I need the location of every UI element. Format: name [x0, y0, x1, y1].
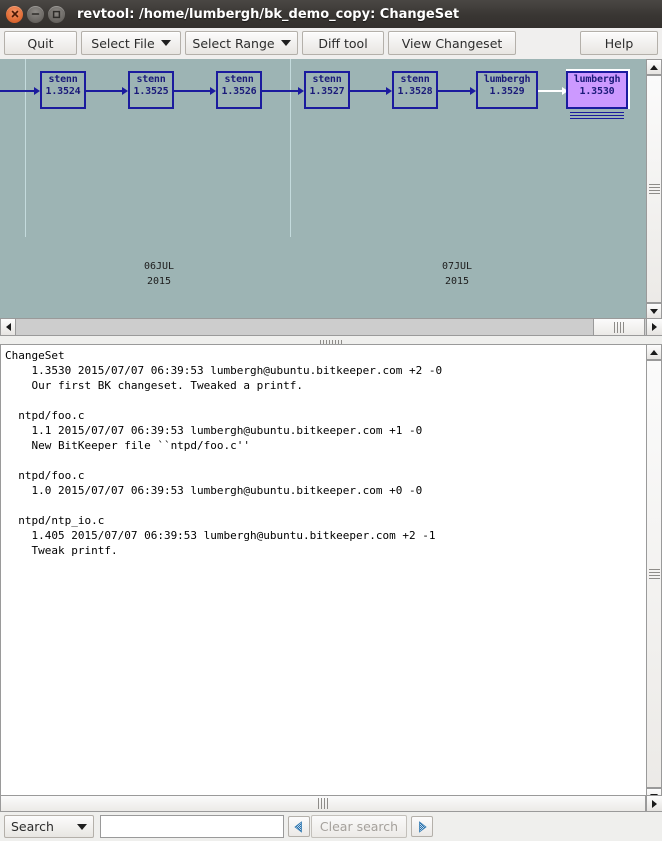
graph-scroll-up-button[interactable]: [646, 59, 662, 75]
revision-node[interactable]: stenn 1.3525: [128, 71, 174, 109]
clear-search-button[interactable]: Clear search: [311, 815, 407, 838]
day-divider: [25, 59, 26, 237]
graph-edge: [438, 90, 470, 92]
revision-node-user: stenn: [48, 74, 78, 85]
revision-node-selected[interactable]: lumbergh 1.3530: [566, 71, 628, 109]
text-scroll-right-button[interactable]: [646, 795, 662, 812]
title-bar: revtool: /home/lumbergh/bk_demo_copy: Ch…: [0, 0, 662, 28]
arrow-right-icon: [419, 820, 427, 833]
view-changeset-button[interactable]: View Changeset: [388, 31, 516, 55]
search-mode-select[interactable]: Search: [4, 815, 94, 838]
graph-scroll-left-button[interactable]: [0, 318, 16, 336]
search-next-button[interactable]: [411, 816, 433, 837]
select-range-button[interactable]: Select Range: [185, 31, 298, 55]
graph-edge: [350, 90, 386, 92]
revision-node-user: stenn: [400, 74, 430, 85]
text-vscrollbar-track[interactable]: [646, 344, 662, 804]
diff-tool-button[interactable]: Diff tool: [302, 31, 384, 55]
select-file-label: Select File: [91, 35, 155, 51]
scroll-right-icon: [652, 799, 657, 808]
revision-node-user: lumbergh: [573, 74, 621, 85]
graph-vscrollbar-thumb[interactable]: [646, 75, 662, 303]
graph-edge: [262, 90, 298, 92]
day-label-year: 2015: [444, 276, 470, 287]
chevron-down-icon: [77, 823, 87, 830]
quit-button-label: Quit: [27, 35, 54, 51]
graph-vscrollbar-track[interactable]: [646, 59, 662, 319]
scroll-up-icon: [650, 349, 658, 355]
help-button[interactable]: Help: [580, 31, 658, 55]
window-title: revtool: /home/lumbergh/bk_demo_copy: Ch…: [77, 6, 460, 22]
select-range-label: Select Range: [192, 35, 275, 51]
select-file-button[interactable]: Select File: [81, 31, 181, 55]
day-label-day: 06JUL: [143, 261, 175, 272]
window-controls: [0, 5, 65, 23]
graph-hscrollbar-thumb[interactable]: [593, 318, 645, 336]
graph-edge: [538, 90, 562, 92]
revision-node-rev: 1.3524: [45, 86, 81, 97]
revision-node-rev: 1.3527: [309, 86, 345, 97]
toolbar: Quit Select File Select Range Diff tool …: [0, 28, 662, 60]
graph-edge: [174, 90, 210, 92]
arrow-left-icon: [294, 820, 302, 833]
search-bar: Search Clear search: [0, 812, 662, 841]
revision-node-user: stenn: [312, 74, 342, 85]
changeset-text: ChangeSet 1.3530 2015/07/07 06:39:53 lum…: [5, 349, 443, 557]
revision-node-rev: 1.3530: [579, 86, 615, 97]
clear-search-label: Clear search: [319, 819, 399, 834]
close-icon[interactable]: [6, 5, 23, 23]
scroll-left-icon: [5, 323, 11, 331]
revision-graph-canvas[interactable]: stenn 1.3524 stenn 1.3525 stenn 1.3526 s…: [0, 59, 646, 318]
revision-node-user: stenn: [136, 74, 166, 85]
selected-node-underline: [570, 112, 624, 119]
text-hscrollbar-track[interactable]: [0, 795, 662, 812]
scroll-up-icon: [650, 64, 658, 70]
search-mode-label: Search: [11, 819, 54, 834]
revision-node-rev: 1.3525: [133, 86, 169, 97]
graph-edge: [86, 90, 122, 92]
revision-node-rev: 1.3529: [489, 86, 525, 97]
text-scroll-up-button[interactable]: [646, 344, 662, 360]
graph-scroll-down-button[interactable]: [646, 303, 662, 319]
revision-node-user: lumbergh: [483, 74, 531, 85]
day-label: 06JUL 2015: [128, 259, 190, 289]
quit-button[interactable]: Quit: [4, 31, 77, 55]
day-label-day: 07JUL: [441, 261, 473, 272]
day-label-year: 2015: [146, 276, 172, 287]
scroll-right-icon: [652, 323, 657, 331]
day-divider: [290, 59, 291, 237]
revision-node[interactable]: lumbergh 1.3529: [476, 71, 538, 109]
help-button-label: Help: [604, 35, 634, 51]
diff-tool-label: Diff tool: [318, 35, 368, 51]
chevron-down-icon: [160, 40, 171, 46]
changeset-text-pane[interactable]: ChangeSet 1.3530 2015/07/07 06:39:53 lum…: [0, 344, 646, 803]
revision-node[interactable]: stenn 1.3526: [216, 71, 262, 109]
pane-sash[interactable]: [0, 336, 662, 346]
graph-edge: [0, 90, 34, 92]
revision-node-user: stenn: [224, 74, 254, 85]
search-prev-button[interactable]: [288, 816, 310, 837]
scroll-down-icon: [650, 308, 658, 314]
text-vscrollbar-thumb[interactable]: [646, 360, 662, 788]
text-hscrollbar-thumb[interactable]: [0, 795, 646, 812]
revision-node-rev: 1.3528: [397, 86, 433, 97]
maximize-icon[interactable]: [48, 5, 65, 23]
revision-node-rev: 1.3526: [221, 86, 257, 97]
search-input[interactable]: [100, 815, 284, 838]
view-changeset-label: View Changeset: [401, 35, 503, 51]
revision-node[interactable]: stenn 1.3527: [304, 71, 350, 109]
day-label: 07JUL 2015: [426, 259, 488, 289]
chevron-down-icon: [280, 40, 291, 46]
graph-scroll-right-button[interactable]: [646, 318, 662, 336]
minimize-icon[interactable]: [27, 5, 44, 23]
revision-node[interactable]: stenn 1.3528: [392, 71, 438, 109]
revtool-window: revtool: /home/lumbergh/bk_demo_copy: Ch…: [0, 0, 662, 841]
revision-node[interactable]: stenn 1.3524: [40, 71, 86, 109]
